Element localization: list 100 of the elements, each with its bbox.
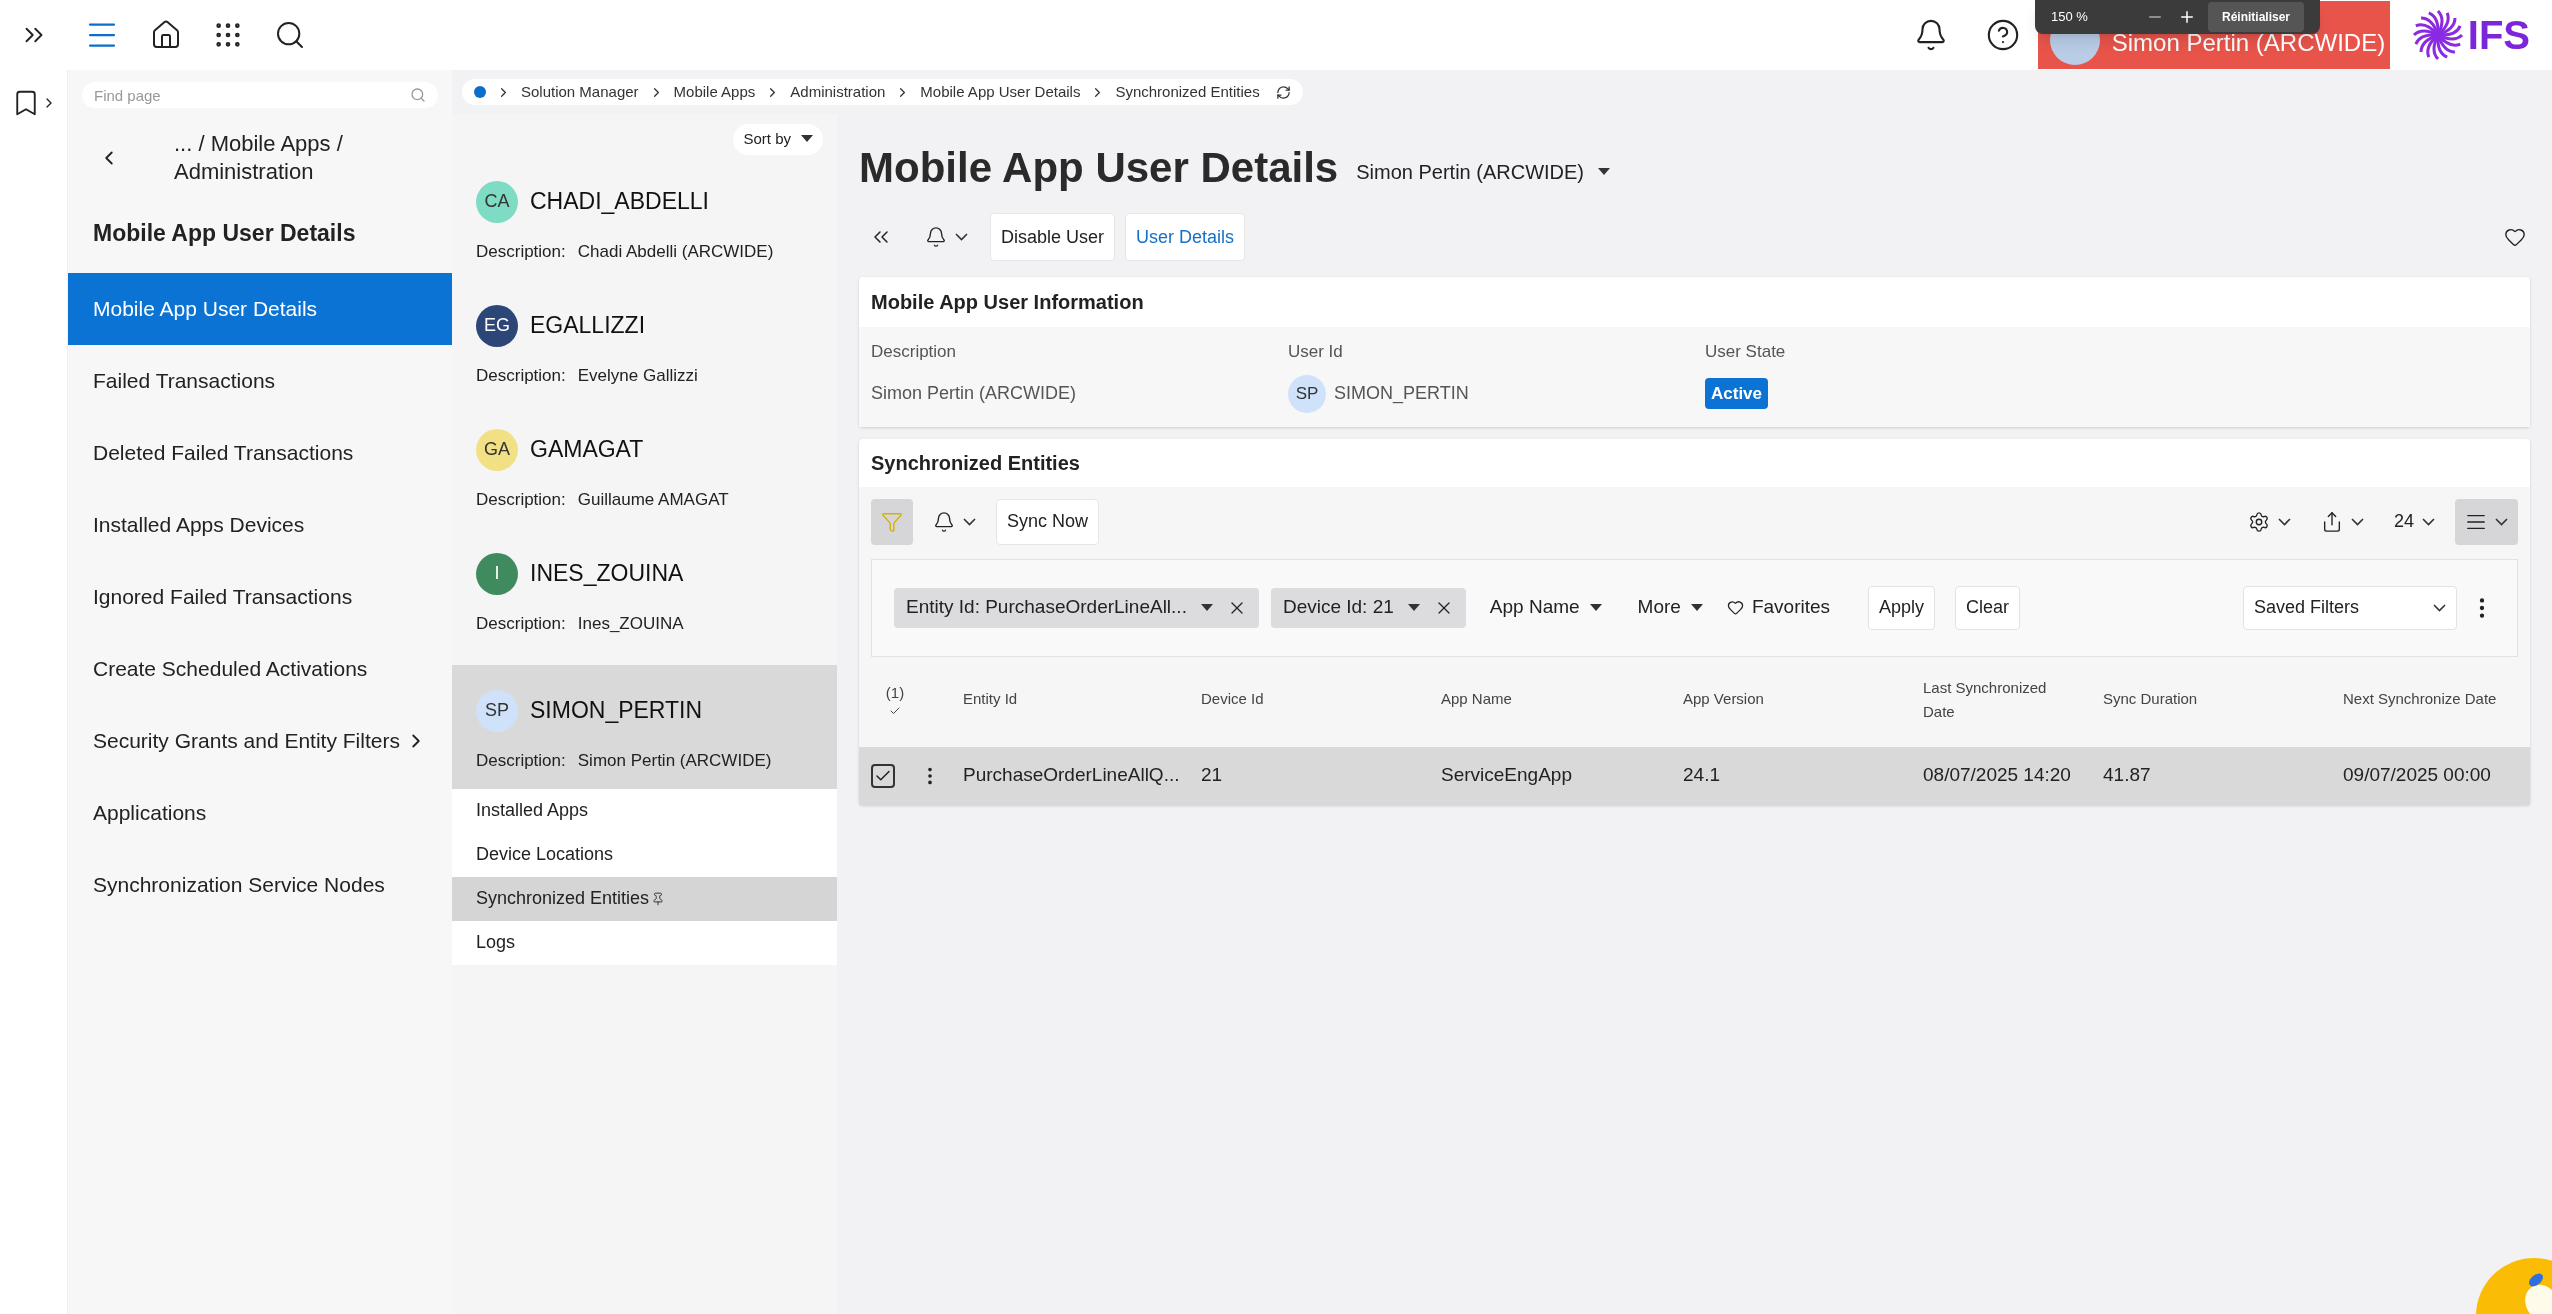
chevron-down-icon (2495, 517, 2508, 526)
description-label: Description: (476, 240, 566, 263)
column-header[interactable]: Next Synchronize Date (2343, 688, 2518, 711)
user-name: SIMON_PERTIN (530, 696, 703, 726)
nav-heading: Mobile App User Details (92, 219, 357, 248)
description-value: Simon Pertin (ARCWIDE) (577, 749, 772, 772)
reset-button[interactable]: Réinitialiser (2207, 2, 2304, 32)
nav-item[interactable]: Security Grants and Entity Filters (68, 704, 452, 777)
breadcrumb-link[interactable]: Administration (790, 80, 886, 104)
selected-count: (1) (885, 683, 905, 704)
table-cell-text: 21 (1201, 763, 1224, 788)
filter-icon (881, 510, 903, 533)
breadcrumb-link[interactable]: Solution Manager (521, 80, 639, 104)
favorites-button[interactable]: Favorites (1726, 587, 1831, 628)
breadcrumb-link[interactable]: Mobile Apps (673, 80, 756, 104)
caret-icon (1407, 603, 1420, 612)
nav-item[interactable]: Create Scheduled Activations (68, 632, 452, 705)
row-checkbox[interactable] (871, 763, 895, 788)
page-link[interactable]: Installed Apps (452, 788, 837, 833)
field-value: SIMON_PERTIN (1334, 382, 1469, 406)
filter-menu[interactable]: More (1625, 587, 1715, 628)
column-header[interactable]: App Name (1441, 688, 1683, 711)
description-value: Chadi Abdelli (ARCWIDE) (577, 240, 774, 263)
action-button[interactable]: Disable User (990, 213, 1116, 261)
clear-button[interactable]: Clear (1955, 585, 2021, 630)
heart-icon (1726, 599, 1744, 616)
logo-text: IFS (2467, 15, 2530, 55)
caret-icon (1200, 603, 1213, 612)
table-cell-text: PurchaseOrderLineAllQ... (963, 763, 1181, 788)
avatar: I (476, 552, 518, 595)
home-icon[interactable] (150, 19, 182, 51)
saved-filters-select[interactable]: Saved Filters (2243, 585, 2457, 630)
nav-item[interactable]: Failed Transactions (68, 344, 452, 417)
action-button[interactable]: User Details (1125, 213, 1246, 261)
column-header[interactable]: Device Id (1201, 688, 1441, 711)
column-header[interactable]: App Version (1683, 688, 1923, 711)
table-cell-text: ServiceEngApp (1441, 763, 1573, 788)
caret-icon (1690, 603, 1703, 612)
table-cell-text: 09/07/2025 00:00 (2343, 763, 2492, 788)
nav-item[interactable]: Installed Apps Devices (68, 488, 452, 561)
page-link[interactable]: Device Locations (452, 832, 837, 877)
table-cell-text: 41.87 (2103, 763, 2152, 788)
table-row[interactable]: PurchaseOrderLineAllQ... 21 ServiceEngApp 24.1 08/07/2025 14:20 41.87 09/07/2025 00:00 (859, 746, 2530, 805)
favorite-icon[interactable] (2504, 226, 2526, 248)
page-title: Mobile App User Details (859, 143, 1339, 193)
filter-menu[interactable]: App Name (1477, 587, 1614, 628)
table-cell-text: 08/07/2025 14:20 (1923, 763, 2072, 788)
search-icon (410, 87, 426, 103)
user-name: INES_ZOUINA (530, 559, 684, 589)
apply-button[interactable]: Apply (1868, 585, 1936, 630)
user-card[interactable]: I INES_ZOUINA Description: Ines_ZOUINA (452, 540, 837, 665)
description-label: Description: (476, 364, 566, 387)
description-value: Ines_ZOUINA (577, 612, 684, 635)
chevron-down-icon (2433, 603, 2446, 612)
nav-item[interactable]: Applications (68, 776, 452, 849)
record-selector[interactable]: Simon Pertin (ARCWIDE) (1356, 156, 1611, 187)
user-card[interactable]: EG EGALLIZZI Description: Evelyne Gallizzi (452, 292, 837, 417)
nav-item[interactable]: Mobile App User Details (68, 272, 452, 345)
description-value: Evelyne Gallizzi (577, 364, 698, 387)
find-page-field[interactable]: Find page (82, 82, 438, 108)
user-card[interactable]: SP SIMON_PERTIN Description: Simon Pertin (ARCWIDE) (452, 664, 837, 789)
field-label: Description (871, 341, 958, 363)
user-card[interactable]: CA CHADI_ABDELLI Description: Chadi Abdelli (ARCWIDE) (452, 168, 837, 293)
nav-item[interactable]: Ignored Failed Transactions (68, 560, 452, 633)
view-menu-button[interactable] (2455, 498, 2518, 545)
table-cell-text: 24.1 (1683, 763, 1721, 788)
status-badge: Active (1705, 377, 1769, 410)
search-icon[interactable] (274, 19, 306, 51)
field-label: User Id (1288, 341, 1344, 363)
description-label: Description: (476, 749, 566, 772)
breadcrumb-link[interactable]: Mobile App User Details (920, 80, 1081, 104)
page-link[interactable]: Logs (452, 920, 837, 965)
description-label: Description: (476, 488, 566, 511)
description-label: Description: (476, 612, 566, 635)
nav-item[interactable]: Synchronization Service Nodes (68, 848, 452, 921)
lemon-badge-icon[interactable] (2476, 1258, 2552, 1314)
page-link[interactable]: Synchronized Entities (452, 876, 837, 921)
caret-icon (1589, 603, 1602, 612)
refresh-icon[interactable] (1275, 84, 1291, 100)
user-name: EGALLIZZI (530, 311, 646, 341)
avatar: GA (476, 428, 518, 471)
sort-button[interactable]: Sort by (733, 124, 823, 155)
page-size-select[interactable]: 24 (2383, 498, 2445, 545)
column-header[interactable]: Entity Id (963, 688, 1201, 711)
user-card[interactable]: GA GAMAGAT Description: Guillaume AMAGAT (452, 416, 837, 541)
avatar: SP (476, 689, 518, 732)
user-name: Simon Pertin (ARCWIDE) (2111, 31, 2386, 58)
help-icon[interactable] (1985, 18, 2020, 52)
filter-chip[interactable]: Device Id: 21 (1270, 587, 1466, 628)
card-title: Synchronized Entities (870, 450, 1081, 476)
breadcrumb-link[interactable]: Synchronized Entities (1115, 80, 1260, 104)
column-header[interactable]: Last Synchronized Date (1923, 675, 2063, 724)
column-header[interactable]: Sync Duration (2103, 688, 2343, 711)
zoom-level: 150 % (2051, 8, 2089, 27)
settings-icon (2247, 510, 2270, 533)
filter-chip[interactable]: Entity Id: PurchaseOrderLineAll... (894, 587, 1259, 628)
sync-now-button[interactable]: Sync Now (996, 498, 1100, 545)
field-value: Simon Pertin (ARCWIDE) (871, 382, 1077, 405)
nav-item[interactable]: Deleted Failed Transactions (68, 416, 452, 489)
chevron-down-icon (963, 517, 976, 526)
